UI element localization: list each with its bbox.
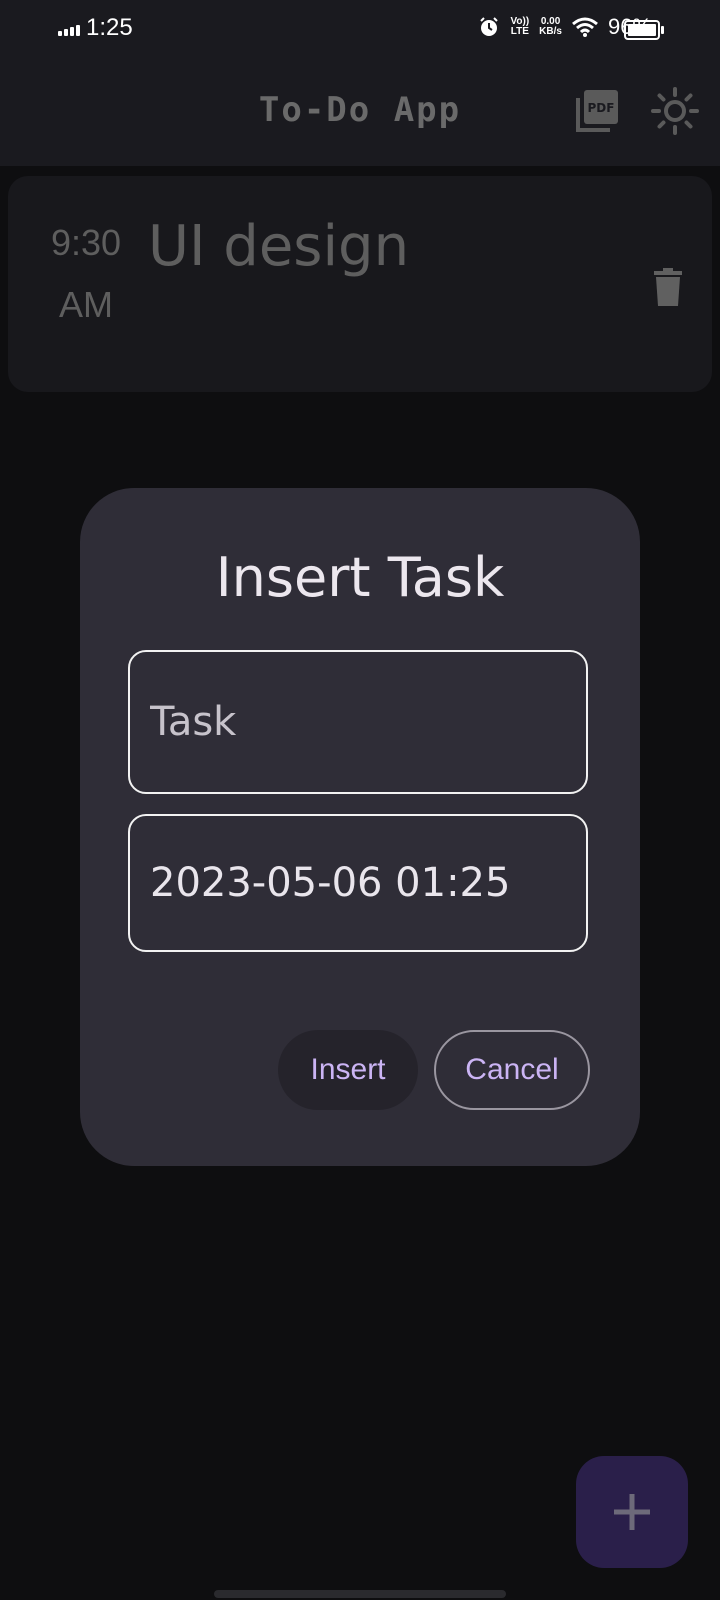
task-input[interactable] (128, 650, 588, 794)
cancel-button[interactable]: Cancel (434, 1030, 590, 1110)
home-indicator[interactable] (214, 1590, 506, 1598)
insert-task-dialog: Insert Task Insert Cancel (80, 488, 640, 1166)
plus-icon (614, 1494, 650, 1530)
add-task-button[interactable] (576, 1456, 688, 1568)
datetime-field[interactable] (128, 814, 588, 952)
dialog-title: Insert Task (215, 546, 505, 609)
insert-button[interactable]: Insert (278, 1030, 418, 1110)
